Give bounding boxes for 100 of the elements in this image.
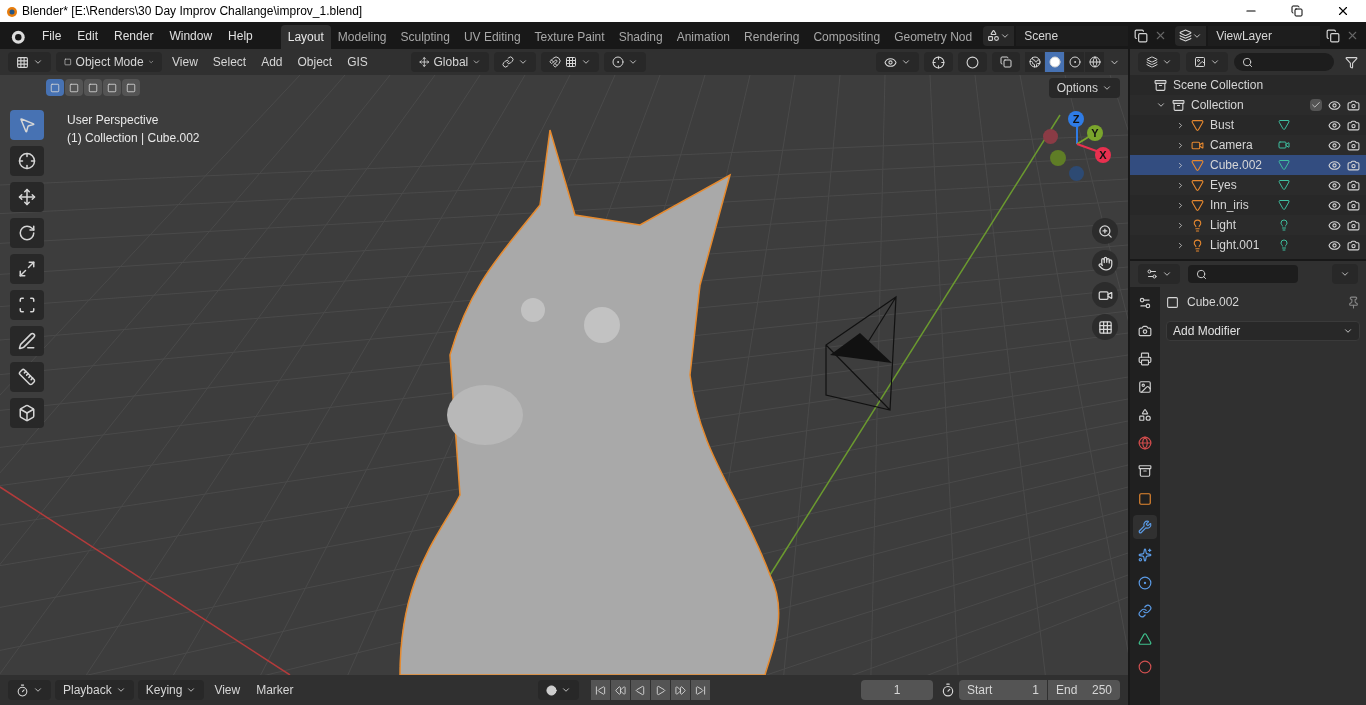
- render-camera-icon[interactable]: [1347, 178, 1360, 192]
- workspace-tab[interactable]: Modeling: [330, 25, 394, 49]
- start-frame-field[interactable]: Start 1: [959, 680, 1047, 700]
- workspace-tab[interactable]: Shading: [611, 25, 670, 49]
- render-camera-icon[interactable]: [1347, 98, 1360, 112]
- cursor-tool-button[interactable]: [10, 146, 44, 176]
- menu-item[interactable]: Render: [106, 26, 162, 45]
- selection-mode-button[interactable]: [103, 79, 121, 96]
- editor-type-button[interactable]: [1138, 264, 1180, 284]
- menu-item[interactable]: Add: [256, 53, 288, 71]
- jump-end-button[interactable]: [690, 680, 710, 700]
- render-camera-icon[interactable]: [1347, 198, 1360, 212]
- view-layer-selector-button[interactable]: [1175, 25, 1207, 46]
- visibility-eye-icon[interactable]: [1328, 98, 1341, 112]
- next-keyframe-button[interactable]: [670, 680, 690, 700]
- shading-mode-button[interactable]: [1085, 52, 1104, 72]
- render-camera-icon[interactable]: [1347, 218, 1360, 232]
- copy-icon[interactable]: [1134, 28, 1149, 43]
- menu-item[interactable]: Window: [161, 26, 221, 45]
- shading-mode-button[interactable]: [1025, 52, 1044, 72]
- outliner-item-label[interactable]: Collection: [1191, 96, 1304, 114]
- menu-item[interactable]: GIS: [342, 53, 373, 71]
- menu-item[interactable]: Help: [220, 26, 261, 45]
- workspace-tab[interactable]: Layout: [280, 25, 331, 49]
- visibility-eye-icon[interactable]: [1328, 158, 1341, 172]
- visibility-eye-icon[interactable]: [1328, 138, 1341, 152]
- selection-mode-button[interactable]: [46, 79, 64, 96]
- expand-toggle[interactable]: [1156, 100, 1166, 110]
- keying-dropdown[interactable]: Keying: [137, 680, 205, 700]
- render-camera-icon[interactable]: [1347, 138, 1360, 152]
- selection-mode-button[interactable]: [122, 79, 140, 96]
- scene-field[interactable]: Scene: [1016, 25, 1129, 46]
- visibility-eye-icon[interactable]: [1328, 238, 1341, 252]
- move-tool-button[interactable]: [10, 182, 44, 212]
- scene-selector-button[interactable]: [983, 25, 1015, 46]
- menu-item[interactable]: Select: [207, 53, 252, 71]
- shading-mode-button[interactable]: [1065, 52, 1084, 72]
- selection-mode-button[interactable]: [65, 79, 83, 96]
- rotate-tool-button[interactable]: [10, 218, 44, 248]
- annotate-tool-button[interactable]: [10, 326, 44, 356]
- workspace-tab[interactable]: Texture Paint: [527, 25, 612, 49]
- orientation-dropdown[interactable]: Global: [411, 52, 489, 72]
- add-modifier-dropdown[interactable]: Add Modifier: [1166, 321, 1360, 341]
- end-frame-field[interactable]: End 250: [1048, 680, 1120, 700]
- selection-mode-button[interactable]: [84, 79, 102, 96]
- visibility-eye-icon[interactable]: [1328, 198, 1341, 212]
- play-reverse-button[interactable]: [630, 680, 650, 700]
- menu-item[interactable]: File: [34, 26, 70, 45]
- options-dropdown[interactable]: Options: [1048, 78, 1120, 98]
- editor-type-button[interactable]: [8, 680, 51, 700]
- render-camera-icon[interactable]: [1347, 238, 1360, 252]
- record-button[interactable]: [537, 680, 579, 700]
- proportional-edit-button[interactable]: [604, 52, 646, 72]
- workspace-tab[interactable]: Compositing: [806, 25, 888, 49]
- workspace-tab[interactable]: UV Editing: [456, 25, 528, 49]
- play-button[interactable]: [650, 680, 670, 700]
- modifier-properties-tab[interactable]: [1133, 515, 1157, 539]
- visibility-eye-icon[interactable]: [1328, 218, 1341, 232]
- outliner-row[interactable]: Cube.002: [1130, 155, 1366, 175]
- menu-item[interactable]: Object: [292, 53, 338, 71]
- menu-item[interactable]: Edit: [69, 26, 107, 45]
- copy-icon[interactable]: [1326, 28, 1341, 43]
- shading-mode-button[interactable]: [1045, 52, 1064, 72]
- outliner-item-label[interactable]: Scene Collection: [1173, 76, 1264, 94]
- mode-dropdown[interactable]: Object Mode: [56, 52, 162, 72]
- playback-dropdown[interactable]: Playback: [55, 680, 134, 700]
- previous-keyframe-button[interactable]: [610, 680, 630, 700]
- scale-tool-button[interactable]: [10, 254, 44, 284]
- view-layer-field[interactable]: ViewLayer: [1208, 25, 1321, 46]
- jump-start-button[interactable]: [590, 680, 610, 700]
- menu-item[interactable]: Marker: [250, 681, 300, 699]
- menu-item[interactable]: View: [208, 681, 247, 699]
- workspace-tab[interactable]: Geometry Nod: [887, 25, 980, 49]
- exclude-checkbox[interactable]: [1310, 99, 1322, 111]
- display-mode-button[interactable]: [1186, 52, 1228, 72]
- search-field[interactable]: [1234, 53, 1334, 71]
- editor-type-button[interactable]: [1138, 52, 1180, 72]
- visibility-eye-icon[interactable]: [1328, 178, 1341, 192]
- search-field[interactable]: [1188, 265, 1298, 283]
- render-camera-icon[interactable]: [1347, 158, 1360, 172]
- visibility-eye-icon[interactable]: [1328, 118, 1341, 132]
- current-frame-field[interactable]: 1: [861, 680, 933, 700]
- gizmo-toggle-button[interactable]: [924, 52, 953, 72]
- xray-button[interactable]: [992, 52, 1020, 72]
- workspace-tab[interactable]: Rendering: [737, 25, 807, 49]
- overlay-toggle-button[interactable]: [958, 52, 987, 72]
- workspace-tab[interactable]: Sculpting: [393, 25, 457, 49]
- measure-tool-button[interactable]: [10, 362, 44, 392]
- visibility-dropdown[interactable]: [876, 52, 919, 72]
- add-cube-tool-button[interactable]: [10, 398, 44, 428]
- pivot-dropdown[interactable]: [494, 52, 536, 72]
- menu-item[interactable]: View: [167, 53, 203, 71]
- select-tool-button[interactable]: [10, 110, 44, 140]
- editor-type-button[interactable]: [8, 52, 51, 72]
- stopwatch-icon[interactable]: [941, 683, 955, 697]
- pin-icon[interactable]: [1347, 295, 1360, 309]
- transform-tool-button[interactable]: [10, 290, 44, 320]
- render-camera-icon[interactable]: [1347, 118, 1360, 132]
- filter-icon[interactable]: [1345, 55, 1358, 69]
- snap-button[interactable]: [541, 52, 599, 72]
